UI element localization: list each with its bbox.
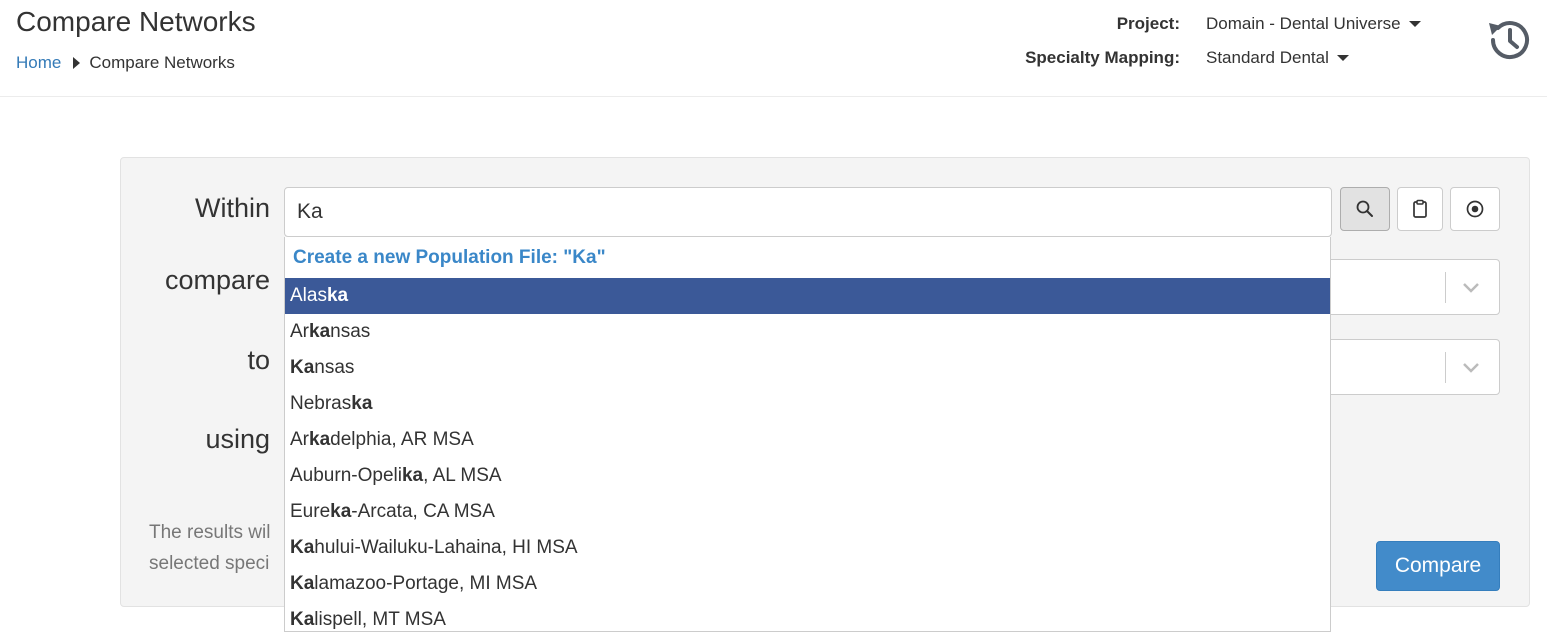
option-match-text: ka <box>309 321 331 342</box>
option-text: nsas <box>330 321 371 342</box>
caret-down-icon <box>1336 55 1349 61</box>
option-text: -Arcata, CA MSA <box>351 501 495 522</box>
option-text: Alas <box>290 285 327 306</box>
project-dropdown[interactable]: Domain - Dental Universe <box>1206 14 1421 34</box>
specialty-row: Specialty Mapping: Standard Dental <box>980 48 1349 68</box>
autocomplete-option[interactable]: Arkansas <box>285 314 1330 350</box>
autocomplete-option[interactable]: Kahului-Wailuku-Lahaina, HI MSA <box>285 530 1330 566</box>
option-text: lamazoo-Portage, MI MSA <box>314 573 538 594</box>
option-match-text: ka <box>326 285 349 306</box>
autocomplete-option[interactable]: Arkadelphia, AR MSA <box>285 422 1330 458</box>
specialty-dropdown[interactable]: Standard Dental <box>1206 48 1349 68</box>
option-match-text: Ka <box>290 573 315 594</box>
option-text: Ar <box>290 429 309 450</box>
info-line: The results wil <box>149 522 271 543</box>
specialty-value: Standard Dental <box>1206 48 1329 67</box>
create-population-file-option[interactable]: Create a new Population File: "Ka" <box>285 237 1330 278</box>
clipboard-button[interactable] <box>1397 187 1443 231</box>
compare-button[interactable]: Compare <box>1376 541 1500 591</box>
autocomplete-option[interactable]: Nebraska <box>285 386 1330 422</box>
breadcrumb-home-link[interactable]: Home <box>16 53 61 73</box>
specialty-label: Specialty Mapping: <box>1025 48 1180 67</box>
clipboard-icon <box>1413 199 1427 218</box>
select-divider <box>1445 272 1446 303</box>
option-match-text: Ka <box>290 537 315 558</box>
autocomplete-option[interactable]: Alaska <box>285 278 1330 314</box>
search-icon <box>1356 200 1373 217</box>
option-match-text: Ka <box>290 609 315 630</box>
option-text: Auburn-Opeli <box>290 465 402 486</box>
select-divider <box>1445 352 1446 383</box>
autocomplete-option[interactable]: Kalispell, MT MSA <box>285 602 1330 631</box>
chevron-down-icon <box>1463 363 1479 373</box>
breadcrumb: Home Compare Networks <box>16 53 235 73</box>
chevron-down-icon <box>1463 283 1479 293</box>
option-match-text: ka <box>351 393 373 414</box>
option-match-text: Ka <box>290 357 315 378</box>
breadcrumb-current: Compare Networks <box>89 53 235 72</box>
autocomplete-option[interactable]: Eureka-Arcata, CA MSA <box>285 494 1330 530</box>
top-bar: Compare Networks Home Compare Networks P… <box>0 0 1547 97</box>
compare-label: compare <box>164 265 270 295</box>
autocomplete-dropdown: Create a new Population File: "Ka" Alask… <box>284 237 1331 632</box>
target-button[interactable] <box>1450 187 1500 231</box>
project-label: Project: <box>1116 14 1180 33</box>
option-text: nsas <box>314 357 355 378</box>
to-label: to <box>247 345 270 375</box>
autocomplete-option[interactable]: Kansas <box>285 350 1330 386</box>
history-icon[interactable] <box>1484 14 1536 66</box>
autocomplete-option[interactable]: Kalamazoo-Portage, MI MSA <box>285 566 1330 602</box>
search-button[interactable] <box>1340 187 1390 231</box>
project-value: Domain - Dental Universe <box>1206 14 1401 33</box>
breadcrumb-separator-icon <box>73 57 81 69</box>
within-search-input[interactable] <box>284 187 1332 237</box>
option-text: Eure <box>290 501 331 522</box>
option-text: Nebras <box>290 393 352 414</box>
project-row: Project: Domain - Dental Universe <box>980 14 1421 34</box>
option-match-text: ka <box>401 465 424 486</box>
autocomplete-list: Alaska Arkansas Kansas Nebraska Arkadelphia,… <box>285 278 1330 631</box>
option-text: hului-Wailuku-Lahaina, HI MSA <box>314 537 578 558</box>
option-match-text: ka <box>330 501 352 522</box>
option-text: delphia, AR MSA <box>330 429 474 450</box>
target-icon <box>1466 200 1484 218</box>
caret-down-icon <box>1408 21 1421 27</box>
using-label: using <box>205 424 270 454</box>
option-text: lispell, MT MSA <box>314 609 446 630</box>
within-label: Within <box>194 193 270 223</box>
option-text: Ar <box>290 321 309 342</box>
option-text: , AL MSA <box>423 465 502 486</box>
info-line: selected speci <box>149 553 270 574</box>
option-match-text: ka <box>309 429 331 450</box>
results-info-text: The results wil selected speci <box>149 517 270 579</box>
autocomplete-option[interactable]: Auburn-Opelika, AL MSA <box>285 458 1330 494</box>
page-title: Compare Networks <box>16 6 256 37</box>
